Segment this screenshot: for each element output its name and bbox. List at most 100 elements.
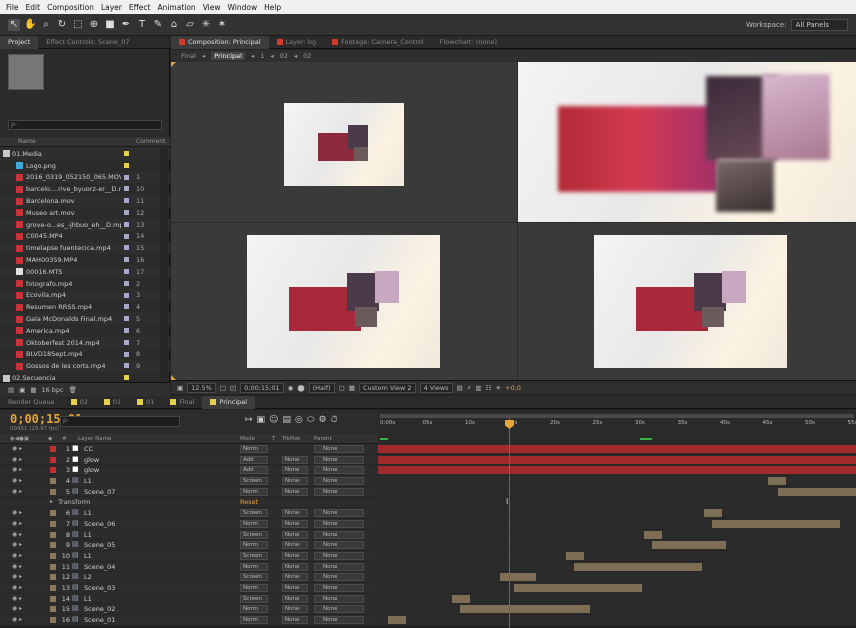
label-color-swatch[interactable]	[124, 304, 129, 310]
new-comp-icon[interactable]: ▦	[30, 386, 36, 394]
type-tool-icon[interactable]: T	[136, 19, 148, 31]
project-search-input[interactable]: ρ‑	[8, 120, 162, 130]
parent-dropdown[interactable]: None	[314, 455, 364, 464]
layer-row[interactable]: ◉ ▸ 10 ▤ L1 Screen None None	[0, 550, 378, 562]
pen-tool-icon[interactable]: ✒	[120, 19, 132, 31]
label-color-swatch[interactable]	[124, 221, 129, 227]
layer-row[interactable]: ◉ ▸ 1 ■ CC Norm None	[0, 444, 378, 455]
layer-switches-icon[interactable]: ◉ ▸	[12, 552, 22, 559]
blend-mode-dropdown[interactable]: Norm	[240, 562, 268, 571]
layer-duration-bar[interactable]	[704, 509, 722, 518]
parent-dropdown[interactable]: None	[314, 551, 364, 560]
trash-icon[interactable]: 🗑︎	[69, 386, 77, 394]
pan-behind-tool-icon[interactable]: ⊕	[88, 19, 100, 31]
layer-row[interactable]: ◉ ▸ 14 ▤ L1 Screen None None	[0, 593, 378, 605]
layer-name-header[interactable]: Layer Name	[78, 436, 111, 442]
project-item-row[interactable]: Barcelona.mov 11	[0, 195, 170, 207]
layer-duration-bar[interactable]	[652, 541, 726, 550]
blend-mode-dropdown[interactable]: Norm	[240, 487, 268, 496]
breadcrumb-item[interactable]: Principal	[211, 52, 245, 60]
track-matte-dropdown[interactable]: None	[282, 605, 308, 614]
project-item-row[interactable]: timelapse fuentecica.mp4 15	[0, 242, 170, 255]
safe-margins-icon[interactable]: □	[220, 384, 226, 392]
layer-switches-icon[interactable]: ◉ ▸	[12, 616, 22, 623]
breadcrumb-item[interactable]: Final	[181, 52, 196, 60]
project-item-row[interactable]: Logo.png	[0, 160, 170, 172]
rotate-tool-icon[interactable]: ↻	[56, 19, 68, 31]
layer-duration-bar[interactable]	[644, 530, 662, 539]
track-matte-dropdown[interactable]: None	[282, 487, 308, 496]
track-matte-dropdown[interactable]: None	[282, 562, 308, 571]
layer-switches-icon[interactable]: ◉ ▸	[12, 531, 22, 538]
project-item-row[interactable]: grove-o...es_-jhbuo_eh__D.mp4 13	[0, 218, 170, 231]
layer-label-color[interactable]	[50, 584, 56, 591]
track-matte-dropdown[interactable]: None	[282, 551, 308, 560]
layer-switches-icon[interactable]: ◉ ▸	[12, 595, 22, 602]
label-color-swatch[interactable]	[124, 209, 129, 215]
layer-row[interactable]: ◉ ▸ 2 ■ glow Add None None	[0, 454, 378, 466]
layer-label-color[interactable]	[50, 478, 56, 485]
label-color-swatch[interactable]	[124, 233, 129, 239]
layer-switches-icon[interactable]: ◉ ▸	[12, 466, 22, 473]
blend-mode-dropdown[interactable]: Screen	[240, 594, 268, 603]
label-color-swatch[interactable]	[124, 245, 129, 251]
blend-mode-dropdown[interactable]: Screen	[240, 573, 268, 582]
label-color-swatch[interactable]	[124, 174, 129, 180]
camera-tool-icon[interactable]: ⬚	[72, 19, 84, 31]
parent-dropdown[interactable]: None	[314, 573, 364, 582]
label-color-swatch[interactable]	[124, 292, 129, 298]
layer-switches-icon[interactable]: ◉ ▸	[12, 584, 22, 591]
resolution-dropdown[interactable]: (Half)	[308, 382, 335, 393]
layer-duration-bar[interactable]	[500, 573, 536, 582]
viewer-quadrant-top-left[interactable]	[171, 62, 517, 222]
work-area-bar[interactable]	[380, 414, 854, 418]
view-layout-dropdown[interactable]: 4 Views	[419, 382, 453, 393]
layer-row[interactable]: ◉ ▸ 9 ▤ Scene_05 Norm None None	[0, 540, 378, 551]
breadcrumb-item[interactable]: 02	[280, 52, 288, 60]
zoom-tool-icon[interactable]: ⌕	[40, 19, 52, 31]
expand-triangle-icon[interactable]: ▸	[50, 498, 53, 505]
layer-switches-icon[interactable]: ◉ ▸	[12, 563, 22, 570]
blend-mode-dropdown[interactable]: Norm	[240, 445, 268, 453]
parent-dropdown[interactable]: None	[314, 487, 364, 496]
draft-3d-icon[interactable]: ▣	[257, 415, 266, 425]
layer-duration-bar[interactable]	[778, 487, 856, 496]
blend-mode-dropdown[interactable]: Add	[240, 455, 268, 464]
layer-name[interactable]: Scene_06	[84, 520, 115, 528]
label-color-swatch[interactable]	[124, 268, 129, 274]
current-time-field[interactable]: 0;00;15;01	[240, 382, 284, 393]
eraser-tool-icon[interactable]: ▱	[184, 19, 196, 31]
current-time-indicator-line[interactable]	[509, 418, 510, 628]
always-preview-icon[interactable]: ▣	[177, 384, 183, 392]
timeline-tab-5[interactable]: Principal	[202, 395, 256, 409]
track-matte-dropdown[interactable]: None	[282, 530, 308, 539]
layer-switches-icon[interactable]: ◉ ▸	[12, 477, 22, 484]
comp-mini-flowchart-icon[interactable]: ↦	[245, 415, 253, 425]
brainstorm-icon[interactable]: ⚙	[319, 415, 327, 425]
menu-item-animation[interactable]: Animation	[157, 3, 195, 12]
viewer-tab-1[interactable]: Layer: bg	[269, 36, 325, 49]
layer-switches-icon[interactable]: ◉ ▸	[12, 456, 22, 463]
viewer-quadrant-top-right[interactable]	[518, 62, 856, 222]
timeline-tab-0[interactable]: Render Queue	[0, 396, 63, 409]
fast-preview-icon[interactable]: ⚡	[467, 384, 472, 392]
layer-label-color[interactable]	[50, 456, 56, 463]
viewer-tab-2[interactable]: Footage: Camera_Control	[324, 36, 432, 49]
layer-duration-bar[interactable]	[388, 616, 406, 624]
frame-blending-icon[interactable]: ▤	[282, 415, 291, 425]
menu-item-layer[interactable]: Layer	[101, 3, 122, 12]
layer-row[interactable]: ◉ ▸ 4 ▤ L1 Screen None None	[0, 476, 378, 487]
layer-label-color[interactable]	[50, 446, 56, 452]
breadcrumb-item[interactable]: 02	[303, 52, 311, 60]
layer-name[interactable]: L2	[84, 573, 92, 581]
label-color-swatch[interactable]	[124, 280, 129, 286]
layer-name[interactable]: Scene_03	[84, 584, 115, 592]
timeline-icon[interactable]: ▥	[475, 384, 481, 392]
layer-label-color[interactable]	[50, 595, 56, 602]
label-color-swatch[interactable]	[124, 351, 129, 357]
layer-duration-bar[interactable]	[378, 455, 856, 464]
track-matte-dropdown[interactable]: None	[282, 455, 308, 464]
blend-mode-dropdown[interactable]: Norm	[240, 583, 268, 592]
layer-row[interactable]: ◉ ▸ 12 ▤ L2 Screen None None	[0, 572, 378, 583]
layer-name[interactable]: L1	[84, 595, 92, 603]
